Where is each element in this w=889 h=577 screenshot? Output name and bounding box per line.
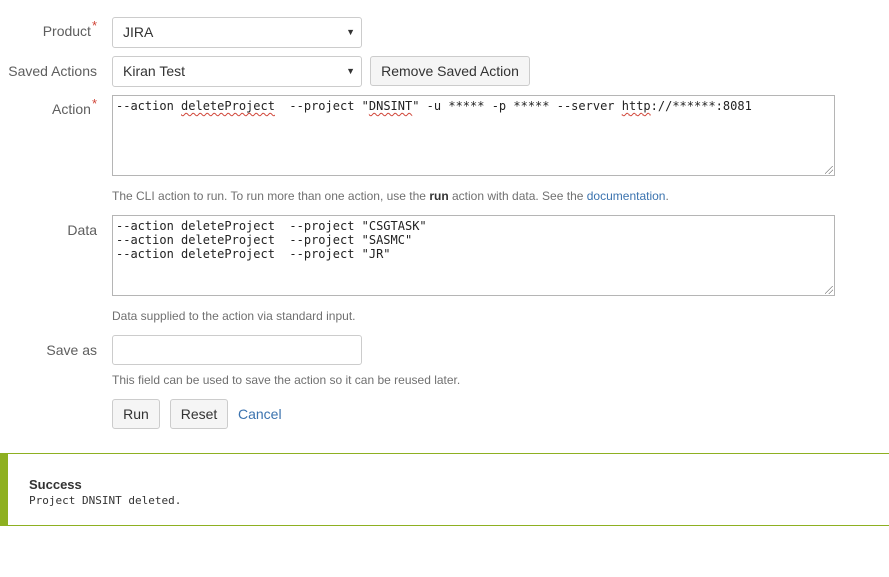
product-select-value: JIRA [123, 24, 154, 40]
action-textarea[interactable]: --action deleteProject --project "DNSINT… [112, 95, 835, 176]
data-textarea[interactable]: --action deleteProject --project "CSGTAS… [112, 215, 835, 296]
cancel-link[interactable]: Cancel [238, 406, 282, 422]
required-marker: * [91, 96, 97, 111]
success-message: Success Project DNSINT deleted. [0, 453, 889, 526]
saved-actions-select-value: Kiran Test [123, 63, 185, 79]
cli-action-form: Product* JIRA ▼ Saved Actions Kiran Test… [0, 0, 889, 577]
action-help-text: The CLI action to run. To run more than … [112, 189, 669, 203]
save-as-help-text: This field can be used to save the actio… [112, 373, 461, 387]
chevron-down-icon: ▼ [346, 27, 355, 37]
message-title: Success [29, 477, 82, 492]
action-label: Action* [52, 96, 97, 117]
saved-actions-select[interactable]: Kiran Test ▼ [112, 56, 362, 87]
message-body: Project DNSINT deleted. [29, 494, 182, 507]
saved-actions-label: Saved Actions [8, 63, 97, 79]
resize-handle-icon[interactable] [825, 286, 833, 294]
chevron-down-icon: ▼ [346, 66, 355, 76]
reset-button[interactable]: Reset [170, 399, 228, 429]
documentation-link[interactable]: documentation [587, 189, 666, 203]
product-select[interactable]: JIRA ▼ [112, 17, 362, 48]
remove-saved-action-button[interactable]: Remove Saved Action [370, 56, 530, 86]
required-marker: * [91, 18, 97, 33]
data-help-text: Data supplied to the action via standard… [112, 309, 356, 323]
save-as-input[interactable] [112, 335, 362, 365]
resize-handle-icon[interactable] [825, 166, 833, 174]
product-label: Product* [42, 18, 97, 39]
data-label: Data [67, 222, 97, 238]
save-as-label: Save as [46, 342, 97, 358]
run-button[interactable]: Run [112, 399, 160, 429]
